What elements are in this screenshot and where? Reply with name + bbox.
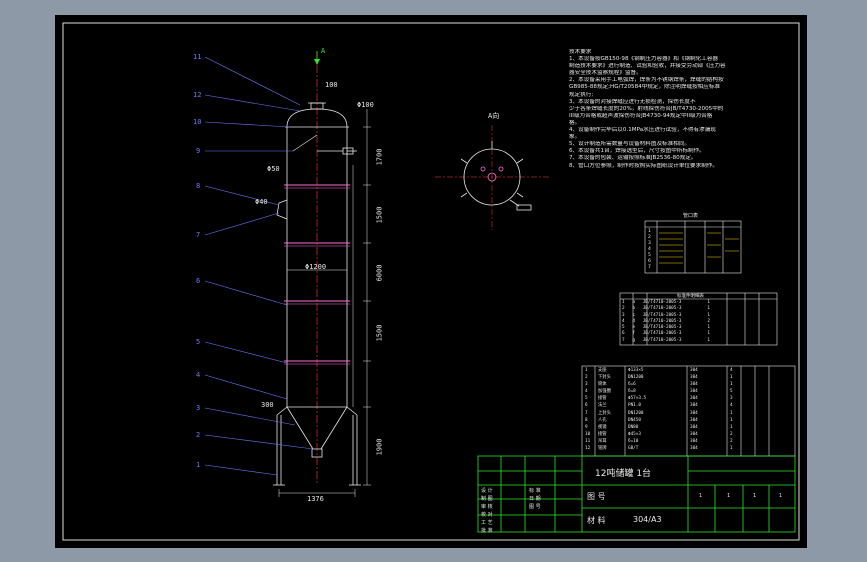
part-number-12: 12: [193, 91, 202, 99]
part-number-7: 7: [196, 231, 201, 239]
note-line: 格。: [569, 119, 581, 126]
dim-h4: 1500: [375, 324, 384, 342]
nozzle-table-grid: [644, 220, 742, 274]
note-line: 6、本设备共1台，焊接选型后，尺寸按图中所标制作。: [569, 148, 705, 155]
note-line: 4、设备制作完毕后以0.1MPa水压进行试验，不得有渗漏现: [569, 127, 716, 134]
parts-table-rows: 1 a JB/T4710-2005-3 1 2 b JB/T4710-2005-…: [622, 300, 710, 343]
part-number-4: 4: [196, 371, 201, 379]
note-line: 7、本设备的包装、运输按照标准JB2536-80规定。: [569, 155, 697, 162]
nozzle-table-title: 管口表: [683, 213, 699, 219]
note-line: 5、设计制造所需数量与设备材料图及标准相同。: [569, 141, 691, 148]
dim-side-c: Φ100: [357, 101, 374, 109]
scale-cell-4: 1: [779, 493, 783, 499]
scale-cell-3: 1: [753, 493, 757, 499]
part-number-8: 8: [196, 182, 201, 190]
note-line: 少于各条焊缝长度的20%，射线探伤符合JB/T4730-2005中的: [569, 105, 724, 112]
note-line: 规定执行;: [569, 91, 594, 98]
dim-diameter: Φ1200: [305, 263, 327, 271]
notes-title: 技术要求: [569, 49, 592, 55]
title-block-cells-left: 设 计 制 图 审 核 校 对 工 艺 批 准: [481, 488, 493, 534]
dim-side-a: Φ50: [267, 165, 280, 173]
technical-notes: 技术要求 1、本设备按GB150-98《钢制压力容器》和《钢制化工容器 制造技术…: [569, 49, 759, 170]
note-line: 1、本设备按GB150-98《钢制压力容器》和《钢制化工容器: [569, 56, 719, 63]
part-number-10: 10: [193, 118, 202, 126]
scale-cell-1: 1: [699, 493, 703, 499]
dim-h1: 1700: [375, 148, 384, 166]
drawing-no-label: 图 号: [587, 492, 606, 501]
scale-cell-2: 1: [727, 493, 731, 499]
dim-side-b: Φ40: [255, 198, 268, 206]
bom-rows: 1 支座 Φ133×5 304 4 2 下封头 DN1200 304 1 3 筒体 δ=6 304 1 …: [585, 368, 733, 452]
note-line: 制造技术要求》进行制造、试验和验收，并接受劳动部《压力容: [569, 63, 726, 70]
leader-lines: [204, 56, 314, 476]
nozzle-table-hatch: [659, 232, 739, 264]
note-line: III级为合格或超声波探伤符合JB4730-94规定中II级为合格: [569, 112, 713, 119]
dim-bottom-h: 300: [261, 401, 274, 409]
part-number-9: 9: [196, 147, 201, 155]
part-number-6: 6: [196, 277, 201, 285]
drawing-title: 12吨储罐 1台: [595, 469, 652, 479]
note-line: 器安全技术监察规程》监督。: [569, 70, 642, 77]
title-block-cells-mid: 标 准 日 期 图 号: [529, 488, 541, 510]
part-number-1: 1: [196, 461, 201, 469]
part-number-2: 2: [196, 431, 201, 439]
plan-view-a: [435, 125, 550, 230]
dim-width: 1376: [307, 495, 324, 503]
part-number-11: 11: [193, 53, 202, 61]
note-line: 2、本设备采用手工电弧焊，焊条为不锈钢焊条，焊缝的结构按: [569, 77, 724, 84]
material-label: 材 料: [587, 516, 606, 525]
dim-h2: 1500: [375, 206, 384, 224]
note-line: 8、管口方位参照，制作时按照实际图纸设计单位要求制作。: [569, 162, 718, 169]
view-marker: A: [321, 47, 326, 55]
note-line: 3、本设备的对接焊缝应进行无损检测，探伤长度不: [569, 98, 696, 105]
material-value: 304/A3: [633, 515, 662, 524]
note-line: GB985-88规定;HG/T20584中规定，除注明焊缝按相应标准: [569, 84, 721, 91]
dim-h3: 6000: [375, 264, 384, 282]
drawing-sheet: A A向 11 12 10 9 8 7 6 5 4 3 2 1 100 Φ120…: [55, 15, 807, 548]
parts-table-header: 标准件明细表: [677, 294, 704, 299]
part-number-5: 5: [196, 338, 201, 346]
note-line: 象。: [569, 134, 581, 141]
nozzle-table-rows: 1234567: [648, 229, 651, 270]
part-number-3: 3: [196, 404, 201, 412]
vessel-elevation: [273, 51, 371, 497]
dim-h5: 1900: [375, 438, 384, 456]
dim-top-nozzle: 100: [325, 81, 338, 89]
view-label: A向: [488, 112, 500, 120]
